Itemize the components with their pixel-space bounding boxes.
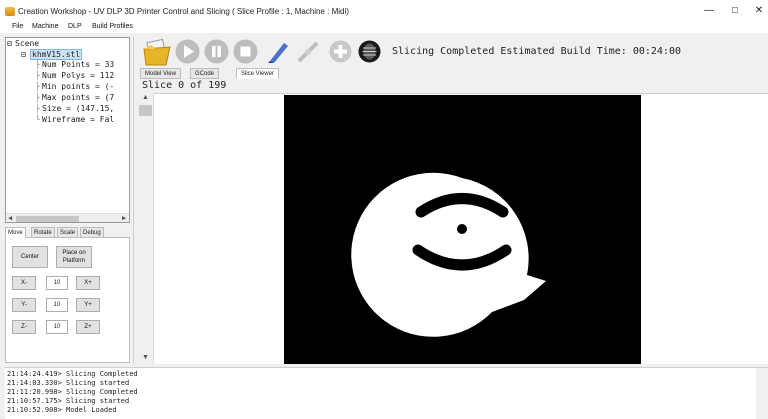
open-icon[interactable] — [142, 37, 172, 67]
title-bar: Creation Workshop - UV DLP 3D Printer Co… — [0, 0, 768, 22]
app-icon — [5, 7, 15, 16]
scrollbar-thumb[interactable] — [16, 216, 79, 222]
tab-move[interactable]: Move — [5, 227, 26, 238]
minimize-button[interactable]: — — [702, 4, 716, 18]
tree-prop-num-points: Num Points = 33 — [42, 60, 115, 69]
slice-shape — [351, 172, 546, 337]
window-title: Creation Workshop - UV DLP 3D Printer Co… — [18, 7, 349, 16]
slice-image — [284, 95, 641, 364]
menu-file[interactable]: File — [12, 23, 23, 30]
play-icon[interactable] — [175, 39, 200, 64]
x-plus-button[interactable]: X+ — [76, 276, 100, 290]
z-plus-button[interactable]: Z+ — [76, 320, 100, 334]
scrollbar-thumb[interactable] — [139, 105, 152, 116]
log-line: 21:14:24.419> Slicing Completed — [7, 370, 138, 378]
add-icon[interactable] — [328, 39, 353, 64]
tree-node-scene[interactable]: Scene — [15, 39, 39, 48]
slice-scrollbar[interactable]: ▲ ▼ — [137, 93, 154, 364]
scene-tree[interactable]: ⊟ Scene ⊟ khmV15.stl ├ Num Points = 33 ├… — [5, 37, 130, 223]
tab-gcode[interactable]: GCode — [190, 68, 220, 79]
log-line: 21:11:20.998> Slicing Completed — [7, 388, 138, 396]
left-panel: ⊟ Scene ⊟ khmV15.stl ├ Num Points = 33 ├… — [5, 37, 130, 363]
tree-prop-max-points: Max points = (7 — [42, 93, 115, 102]
log-scrollbar[interactable] — [756, 368, 768, 419]
slice-icon[interactable] — [266, 39, 291, 64]
tree-horizontal-scrollbar[interactable]: ◀ ▶ — [6, 213, 129, 222]
scroll-left-icon[interactable]: ◀ — [8, 214, 12, 222]
move-panel: Center Place on Platform X- 10 X+ Y- 10 … — [5, 237, 130, 363]
toolbar: Slicing Completed Estimated Build Time: … — [138, 34, 768, 68]
x-step-field[interactable]: 10 — [46, 276, 68, 290]
menu-build-profiles[interactable]: Build Profiles — [92, 23, 133, 30]
tree-prop-wireframe: Wireframe = Fal — [42, 115, 115, 124]
panel-splitter[interactable] — [133, 37, 134, 363]
stop-icon[interactable] — [233, 39, 258, 64]
log-panel[interactable]: 21:14:24.419> Slicing Completed 21:14:03… — [5, 367, 768, 419]
scroll-down-icon[interactable]: ▼ — [142, 354, 149, 361]
status-text: Slicing Completed Estimated Build Time: … — [392, 46, 681, 57]
center-button[interactable]: Center — [12, 246, 48, 268]
x-minus-button[interactable]: X- — [12, 276, 36, 290]
menu-machine[interactable]: Machine — [32, 23, 58, 30]
tree-prop-num-polys: Num Polys = 112 — [42, 71, 115, 80]
scroll-up-icon[interactable]: ▲ — [142, 94, 149, 101]
model-icon[interactable] — [357, 39, 382, 64]
log-line: 21:14:03.330> Slicing started — [7, 379, 130, 387]
tree-prop-size: Size = (147.15, — [42, 104, 115, 113]
close-button[interactable]: ✕ — [752, 4, 766, 18]
log-line: 21:10:57.175> Slicing started — [7, 397, 130, 405]
tree-prop-min-points: Min points = (- — [42, 82, 115, 91]
menu-dlp[interactable]: DLP — [68, 23, 82, 30]
z-step-field[interactable]: 10 — [46, 320, 68, 334]
y-plus-button[interactable]: Y+ — [76, 298, 100, 312]
y-minus-button[interactable]: Y- — [12, 298, 36, 312]
pause-icon[interactable] — [204, 39, 229, 64]
z-minus-button[interactable]: Z- — [12, 320, 36, 334]
menu-bar: File Machine DLP Build Profiles — [0, 22, 768, 33]
y-step-field[interactable]: 10 — [46, 298, 68, 312]
maximize-button[interactable]: □ — [728, 4, 742, 18]
disconnect-icon[interactable] — [295, 39, 320, 64]
slice-label: Slice 0 of 199 — [142, 80, 227, 91]
tree-expander-icon[interactable]: ⊟ — [21, 50, 26, 59]
log-line: 21:10:52.908> Model Loaded — [7, 406, 117, 414]
place-on-platform-button[interactable]: Place on Platform — [56, 246, 92, 268]
scroll-right-icon[interactable]: ▶ — [122, 214, 126, 222]
tree-node-file[interactable]: khmV15.stl — [30, 49, 83, 60]
tree-expander-icon[interactable]: ⊟ — [7, 39, 12, 48]
tab-model-view[interactable]: Model View — [140, 68, 181, 79]
tab-slice-viewer[interactable]: Slice Viewer — [236, 68, 279, 79]
